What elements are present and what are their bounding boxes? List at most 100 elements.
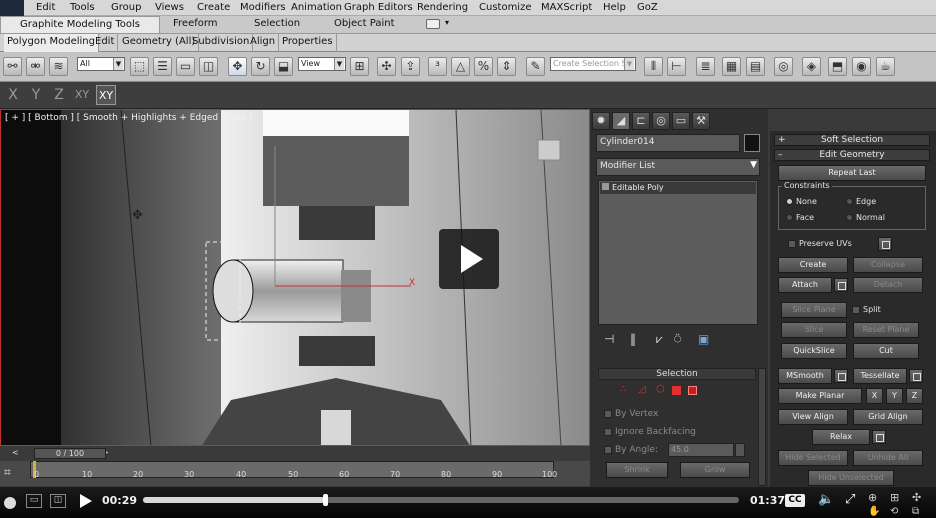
stack-item-editable-poly[interactable]: Editable Poly: [600, 182, 756, 194]
align-icon[interactable]: ⊢: [667, 57, 686, 76]
polygon-icon[interactable]: [672, 386, 681, 395]
video-progress-handle[interactable]: [323, 494, 328, 506]
named-selection-sets-dropdown[interactable]: Create Selection S ▼: [550, 57, 636, 71]
make-unique-icon[interactable]: ⩗: [656, 332, 663, 347]
closed-captions-button[interactable]: CC: [785, 494, 805, 507]
prev-frame-icon[interactable]: <: [12, 448, 19, 457]
edit-geometry-header[interactable]: – Edit Geometry: [774, 149, 930, 161]
rendered-frame-icon[interactable]: ◉: [852, 57, 871, 76]
maximize-viewport-icon[interactable]: ⧉: [912, 506, 919, 517]
constraint-face-radio[interactable]: Face: [786, 213, 814, 222]
fullscreen-icon[interactable]: ⤢: [845, 492, 855, 507]
motion-tab-icon[interactable]: ◎: [652, 112, 670, 130]
unhide-all-button[interactable]: Unhide All: [853, 450, 923, 466]
select-and-scale-icon[interactable]: ⬓: [274, 57, 293, 76]
axis-z-button[interactable]: Z: [49, 85, 69, 105]
selection-filter-dropdown[interactable]: All ▼: [77, 57, 125, 71]
reset-plane-button[interactable]: Reset Plane: [853, 322, 919, 338]
menu-edit[interactable]: Edit: [36, 2, 55, 13]
mini-curve-editor-icon[interactable]: ⌗: [4, 465, 11, 480]
select-object-icon[interactable]: ⬚: [130, 57, 149, 76]
remove-modifier-icon[interactable]: ⍥: [674, 332, 681, 347]
reference-coordinate-dropdown[interactable]: View ▼: [298, 57, 346, 71]
volume-icon[interactable]: 🔈: [818, 492, 834, 507]
render-setup-icon[interactable]: ⬒: [828, 57, 847, 76]
menu-maxscript[interactable]: MAXScript: [541, 2, 592, 13]
axis-xy-active-button[interactable]: XY: [96, 85, 116, 105]
ribbon-toggle-icon[interactable]: [426, 19, 440, 29]
select-and-rotate-icon[interactable]: ↻: [251, 57, 270, 76]
viewport-toggle-icon[interactable]: ◫: [50, 494, 66, 508]
subtab-geometry-all[interactable]: Geometry (All): [119, 34, 200, 52]
modifier-stack[interactable]: [598, 180, 758, 325]
create-button[interactable]: Create: [778, 257, 848, 273]
modify-tab-icon[interactable]: ◢: [612, 112, 630, 130]
ribbon-dropdown-icon[interactable]: ▾: [445, 18, 449, 27]
grid-align-button[interactable]: Grid Align: [853, 409, 923, 425]
menu-modifiers[interactable]: Modifiers: [240, 2, 286, 13]
by-angle-checkbox[interactable]: By Angle:: [604, 445, 658, 455]
slice-plane-button[interactable]: Slice Plane: [781, 302, 847, 318]
orbit-icon[interactable]: ⟲: [890, 506, 898, 517]
window-crossing-icon[interactable]: ◫: [199, 57, 218, 76]
element-icon[interactable]: [688, 386, 697, 395]
tessellate-settings-icon[interactable]: [909, 369, 923, 383]
pan-view-icon[interactable]: ✋: [868, 506, 880, 517]
menu-graph-editors[interactable]: Graph Editors: [344, 2, 413, 13]
edit-named-selection-icon[interactable]: ✎: [526, 57, 545, 76]
maxscript-listener-icon[interactable]: ▭: [26, 494, 42, 508]
hide-unselected-button[interactable]: Hide Unselected: [808, 470, 894, 486]
relax-button[interactable]: Relax: [812, 429, 870, 445]
msmooth-button[interactable]: MSmooth: [778, 368, 832, 384]
axis-x-button[interactable]: X: [3, 85, 23, 105]
configure-sets-icon[interactable]: ▣: [698, 332, 709, 346]
video-play-button[interactable]: [439, 229, 499, 289]
angle-spinner-icon[interactable]: [735, 443, 745, 457]
time-slider[interactable]: 0 / 100: [34, 448, 106, 459]
menu-customize[interactable]: Customize: [479, 2, 532, 13]
make-planar-button[interactable]: Make Planar: [778, 388, 862, 404]
ignore-backfacing-checkbox[interactable]: Ignore Backfacing: [604, 427, 696, 437]
axis-xy-button[interactable]: XY: [72, 85, 92, 105]
viewport-bottom[interactable]: [ + ] [ Bottom ] [ Smooth + Highlights +…: [0, 109, 590, 446]
pin-stack-icon[interactable]: ⊣: [604, 332, 614, 346]
spinner-snap-icon[interactable]: ⇕: [497, 57, 516, 76]
select-and-link-icon[interactable]: ⚯: [3, 57, 22, 76]
mirror-icon[interactable]: ⫴: [644, 57, 663, 76]
subtab-subdivision[interactable]: Subdivision: [189, 34, 254, 52]
show-end-result-icon[interactable]: ‖: [630, 332, 636, 346]
split-checkbox[interactable]: Split: [852, 305, 881, 314]
selection-rollout-header[interactable]: Selection: [598, 368, 756, 380]
layer-manager-icon[interactable]: ≣: [696, 57, 715, 76]
select-and-move-icon[interactable]: ✥: [228, 57, 247, 76]
menu-help[interactable]: Help: [603, 2, 626, 13]
collapse-button[interactable]: Collapse: [853, 257, 923, 273]
app-logo-icon[interactable]: [0, 0, 24, 16]
create-tab-icon[interactable]: ✹: [592, 112, 610, 130]
attach-settings-icon[interactable]: [834, 278, 848, 292]
repeat-last-button[interactable]: Repeat Last: [778, 165, 926, 181]
subtab-polygon-modeling[interactable]: Polygon Modeling: [4, 34, 99, 52]
menu-rendering[interactable]: Rendering: [417, 2, 468, 13]
menu-create[interactable]: Create: [197, 2, 230, 13]
subtab-align[interactable]: Align: [247, 34, 280, 52]
cut-button[interactable]: Cut: [853, 343, 919, 359]
select-manipulate-icon[interactable]: ✣: [377, 57, 396, 76]
object-color-swatch[interactable]: [744, 134, 760, 152]
graphite-toggle-icon[interactable]: ▦: [722, 57, 741, 76]
hide-selected-button[interactable]: Hide Selected: [778, 450, 848, 466]
relax-settings-icon[interactable]: [872, 430, 886, 444]
modifier-list-dropdown[interactable]: Modifier List ▼: [596, 158, 760, 176]
quickslice-button[interactable]: QuickSlice: [781, 343, 847, 359]
angle-snap-icon[interactable]: △: [451, 57, 470, 76]
display-tab-icon[interactable]: ▭: [672, 112, 690, 130]
constraint-edge-radio[interactable]: Edge: [846, 197, 876, 206]
soft-selection-header[interactable]: + Soft Selection: [774, 134, 930, 146]
schematic-view-icon[interactable]: ◎: [774, 57, 793, 76]
make-planar-y-button[interactable]: Y: [886, 388, 903, 404]
rect-selection-icon[interactable]: ▭: [176, 57, 195, 76]
tab-object-paint[interactable]: Object Paint: [334, 18, 395, 29]
border-icon[interactable]: ⬡: [656, 384, 665, 395]
keyboard-shortcut-icon[interactable]: ⇪: [401, 57, 420, 76]
command-panel-scrollbar[interactable]: [758, 368, 766, 486]
